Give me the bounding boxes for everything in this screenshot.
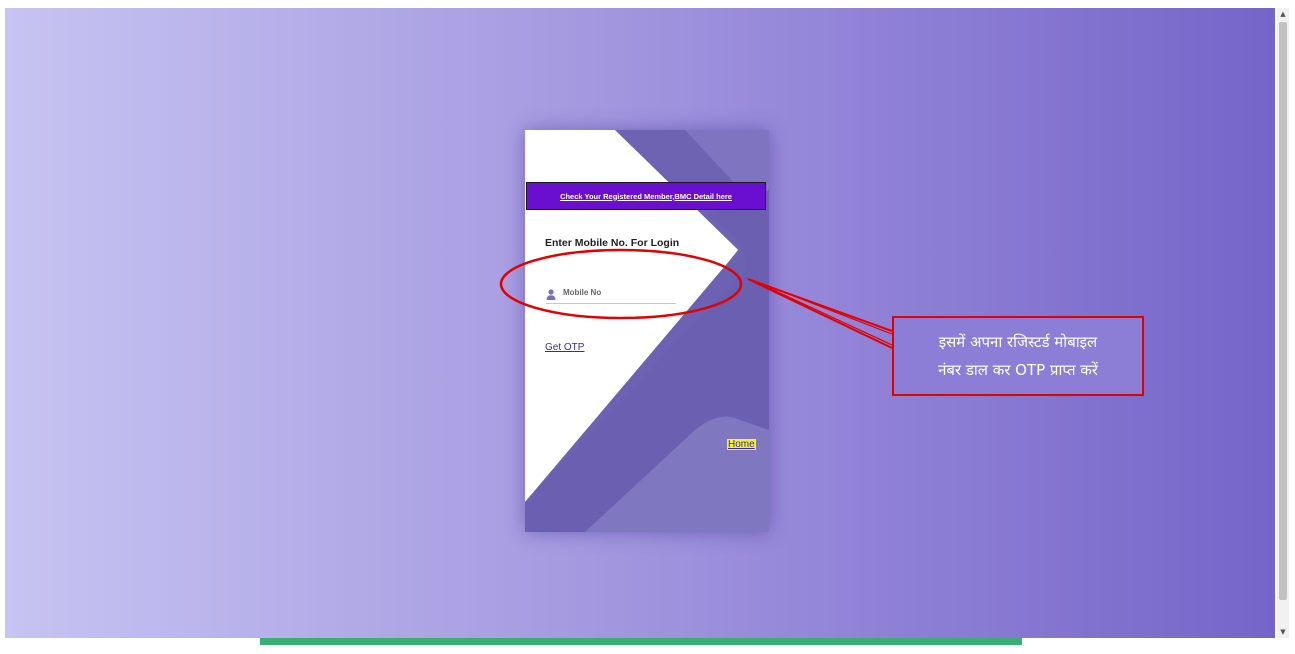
annotation-line-1: इसमें अपना रजिस्टर्ड मोबाइल xyxy=(938,333,1098,351)
vertical-scrollbar[interactable]: ▲ ▼ xyxy=(1277,8,1289,638)
bottom-green-bar xyxy=(260,638,1022,645)
login-card: Check Your Registered Member,BMC Detail … xyxy=(525,130,769,532)
scroll-up-arrow-icon[interactable]: ▲ xyxy=(1277,8,1289,20)
scroll-thumb[interactable] xyxy=(1279,22,1287,600)
scroll-down-arrow-icon[interactable]: ▼ xyxy=(1277,626,1289,638)
member-detail-banner: Check Your Registered Member,BMC Detail … xyxy=(526,182,766,210)
annotation-callout: इसमें अपना रजिस्टर्ड मोबाइल नंबर डाल कर … xyxy=(892,316,1144,396)
mobile-input[interactable] xyxy=(563,287,663,297)
home-link[interactable]: Home xyxy=(727,439,756,450)
login-title: Enter Mobile No. For Login xyxy=(545,237,680,249)
annotation-line-2: नंबर डाल कर OTP प्राप्त करें xyxy=(938,361,1098,379)
member-detail-link[interactable]: Check Your Registered Member,BMC Detail … xyxy=(560,192,732,201)
user-icon xyxy=(546,287,556,300)
get-otp-link[interactable]: Get OTP xyxy=(545,342,584,353)
mobile-field[interactable] xyxy=(546,281,676,304)
